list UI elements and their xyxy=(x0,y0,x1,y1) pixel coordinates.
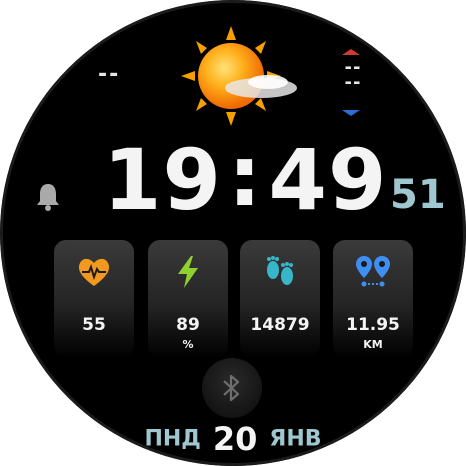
heart-rate-tile[interactable]: 55 xyxy=(54,240,134,358)
date-weekday: ПНД xyxy=(144,426,201,452)
heart-rate-icon xyxy=(78,258,110,286)
time-separator: : xyxy=(227,127,263,225)
bluetooth-button[interactable] xyxy=(202,358,262,418)
distance-tile[interactable]: 11.95 KM xyxy=(333,240,413,358)
steps-tile[interactable]: 14879 xyxy=(240,240,320,358)
battery-tile[interactable]: 89 % xyxy=(148,240,228,358)
date-month: ЯНВ xyxy=(269,426,322,452)
distance-value: 11.95 xyxy=(346,315,400,335)
bluetooth-icon xyxy=(223,374,240,402)
distance-unit: KM xyxy=(363,338,383,351)
battery-value: 89 xyxy=(176,315,200,335)
time-seconds: 51 xyxy=(390,172,446,218)
time-minutes: 49 xyxy=(268,131,388,229)
steps-value: 14879 xyxy=(250,315,310,335)
temp-low-indicator-icon xyxy=(342,110,360,116)
bell-icon[interactable] xyxy=(35,182,61,212)
temp-value-line: -- xyxy=(344,72,362,93)
temp-high-indicator-icon xyxy=(342,49,360,55)
lightning-icon xyxy=(178,256,198,288)
time-display: 19:49 xyxy=(103,127,388,230)
watch-face: -- -- -- 19:49 51 55 89 % 14879 11.95 KM… xyxy=(0,0,466,466)
distance-pins-icon xyxy=(356,256,390,287)
time-hours: 19 xyxy=(103,131,222,229)
footprints-icon xyxy=(267,256,293,285)
heart-rate-value: 55 xyxy=(82,315,106,335)
date-display: ПНД 20 ЯНВ xyxy=(0,420,466,458)
sun-with-cloud-icon[interactable] xyxy=(176,26,301,126)
temp-value: -- -- xyxy=(340,59,366,93)
weather-left-value: -- xyxy=(98,62,121,87)
battery-unit: % xyxy=(182,338,194,351)
date-day: 20 xyxy=(212,420,258,458)
